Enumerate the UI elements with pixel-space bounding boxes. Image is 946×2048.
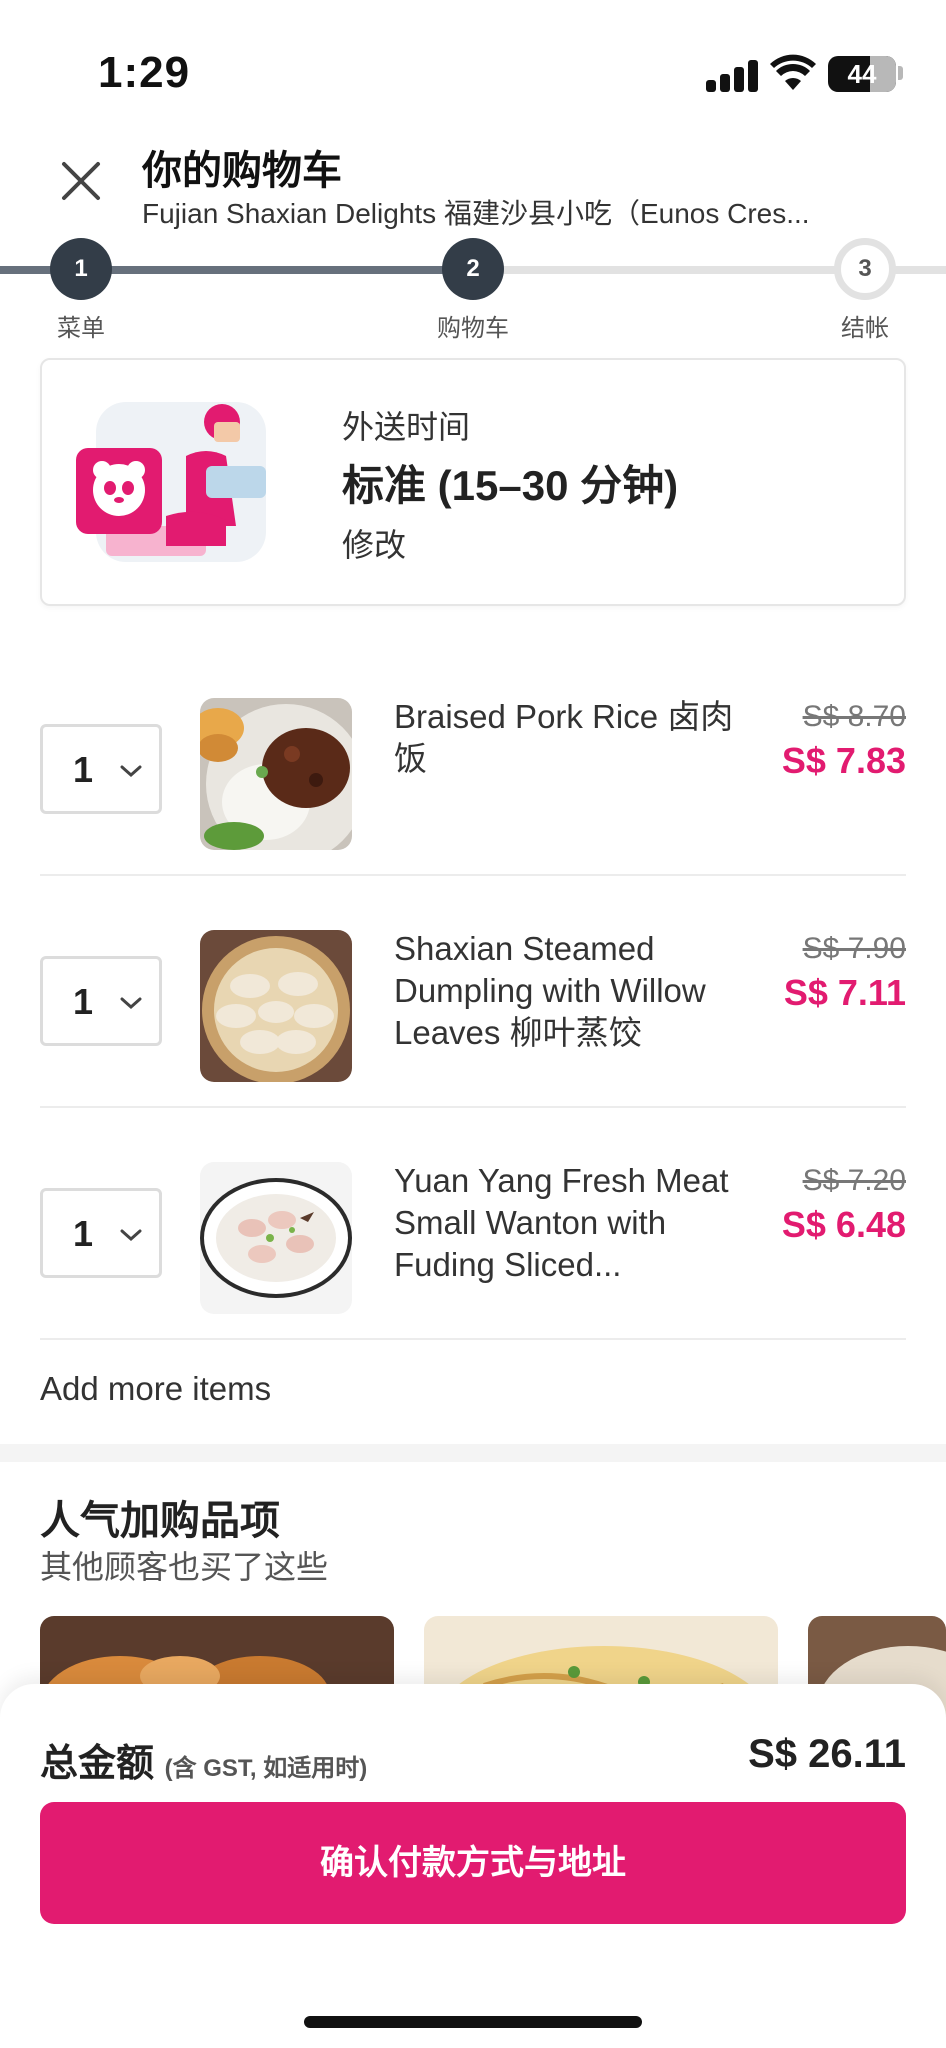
cart-item: 1 Braised Pork Rice 卤肉饭 S$ 8.70 S$ 7.83 — [40, 644, 906, 876]
discounted-price: S$ 6.48 — [781, 1204, 906, 1245]
original-price: S$ 7.90 — [802, 932, 906, 965]
battery-level: 44 — [847, 59, 877, 89]
confirm-payment-address-button[interactable]: 确认付款方式与地址 — [40, 1802, 906, 1924]
delivery-rider-illustration — [76, 402, 266, 562]
delivery-time-value: 标准 (15–30 分钟) — [342, 462, 679, 509]
step-2-dot: 2 — [442, 238, 504, 300]
delivery-time-card[interactable]: 外送时间 标准 (15–30 分钟) 修改 — [40, 358, 906, 606]
checkout-bottom-sheet: 总金额 (含 GST, 如适用时) S$ 26.11 确认付款方式与地址 — [0, 1684, 946, 2048]
quantity-dropdown[interactable]: 1 — [40, 724, 162, 814]
battery-icon: 44 — [828, 56, 896, 92]
battery-tip — [898, 66, 903, 80]
restaurant-name: Fujian Shaxian Delights 福建沙县小吃（Eunos Cre… — [142, 198, 810, 229]
cellular-signal-icon — [706, 58, 760, 92]
quantity-dropdown[interactable]: 1 — [40, 956, 162, 1046]
step-3-label: 结帐 — [841, 315, 889, 342]
cart-item: 1 Yuan Yang Fresh Meat Small Wanton with… — [40, 1108, 906, 1340]
total-label: 总金额 (含 GST, 如适用时) — [40, 1732, 367, 1787]
popular-addons-subtitle: 其他顾客也买了这些 — [40, 1549, 329, 1585]
section-separator — [0, 1444, 946, 1462]
step-1-label: 菜单 — [57, 315, 105, 342]
chevron-down-icon — [120, 997, 142, 1010]
quantity-value: 1 — [73, 1213, 94, 1254]
close-icon[interactable] — [58, 158, 104, 204]
status-time: 1:29 — [98, 48, 191, 97]
step-1-dot[interactable]: 1 — [50, 238, 112, 300]
food-image-small-wanton — [200, 1162, 352, 1314]
home-indicator[interactable] — [304, 2016, 642, 2028]
cart-item: 1 Shaxian Steamed Dumpling with Willow L… — [40, 876, 906, 1108]
step-2-label: 购物车 — [437, 315, 509, 342]
chevron-down-icon — [120, 1229, 142, 1242]
chevron-down-icon — [120, 765, 142, 778]
wifi-icon — [770, 54, 816, 90]
page-title: 你的购物车 — [142, 149, 342, 193]
item-name: Yuan Yang Fresh Meat Small Wanton with F… — [394, 1162, 729, 1283]
total-tax-note: (含 GST, 如适用时) — [164, 1755, 368, 1782]
discounted-price: S$ 7.11 — [783, 972, 906, 1013]
discounted-price: S$ 7.83 — [781, 740, 906, 781]
checkout-stepper: 1 菜单 2 购物车 3 结帐 — [0, 236, 946, 346]
delivery-time-label: 外送时间 — [342, 409, 471, 445]
divider — [40, 1338, 906, 1340]
quantity-dropdown[interactable]: 1 — [40, 1188, 162, 1278]
total-amount: S$ 26.11 — [748, 1732, 906, 1776]
quantity-value: 1 — [73, 749, 94, 790]
delivery-edit-link[interactable]: 修改 — [342, 520, 406, 566]
total-label-text: 总金额 — [40, 1743, 155, 1785]
item-name: Shaxian Steamed Dumpling with Willow Lea… — [394, 930, 706, 1051]
add-more-items-link[interactable]: Add more items — [40, 1370, 271, 1408]
original-price: S$ 7.20 — [802, 1164, 906, 1197]
status-bar: 1:29 44 — [0, 0, 946, 130]
original-price: S$ 8.70 — [802, 700, 906, 733]
quantity-value: 1 — [73, 981, 94, 1022]
food-image-steamed-dumpling — [200, 930, 352, 1082]
step-3-dot: 3 — [834, 238, 896, 300]
popular-addons-title: 人气加购品项 — [40, 1499, 280, 1543]
item-name: Braised Pork Rice 卤肉饭 — [394, 698, 734, 777]
food-image-braised-pork-rice — [200, 698, 352, 850]
